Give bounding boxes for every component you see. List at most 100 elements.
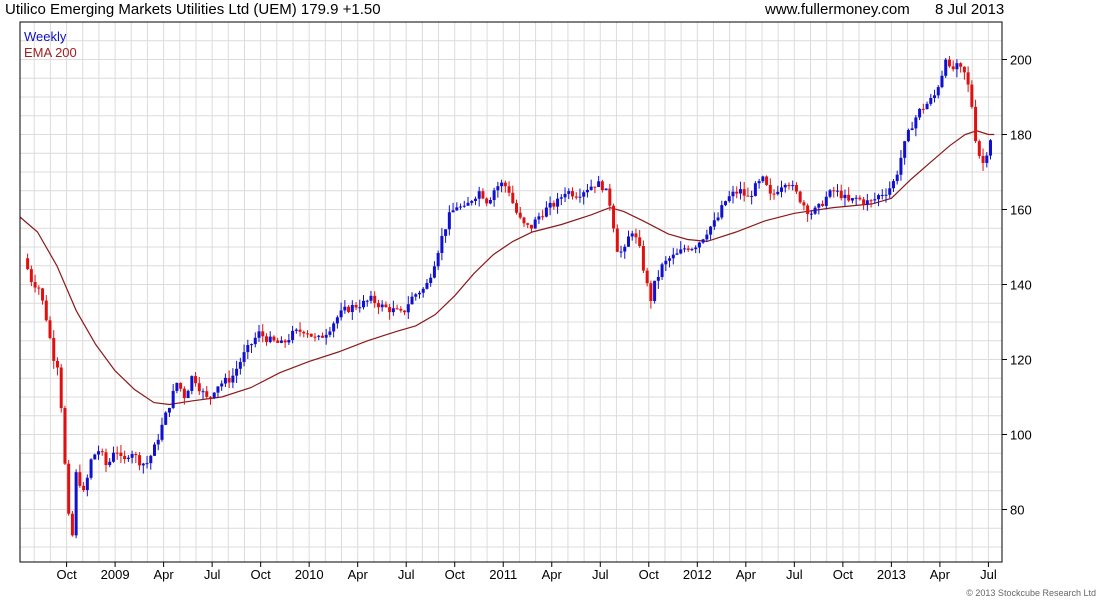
weekly-candle [780,180,784,198]
weekly-candle [977,139,981,159]
weekly-candle [492,187,496,207]
weekly-candle [89,458,93,480]
weekly-candle [444,229,448,243]
weekly-candle [246,339,250,359]
weekly-candle [97,445,101,460]
weekly-candle [970,80,974,109]
weekly-candle [466,196,470,206]
weekly-candle [481,188,485,200]
weekly-candle [854,194,858,206]
weekly-candle [918,108,922,121]
weekly-candle [302,330,306,338]
weekly-candle [138,452,142,471]
weekly-candle [313,332,317,342]
weekly-candle [343,300,347,314]
x-tick-label: Oct [639,567,660,582]
weekly-candle [44,295,48,322]
weekly-candle [612,203,616,233]
weekly-candle [335,315,339,329]
price-chart: 80 100 120 140 160 180 200 Oct 2009 Apr Jul Oct 2010… [19,21,1096,598]
weekly-candle [123,450,127,464]
weekly-candle [623,244,627,259]
weekly-candle [933,89,937,103]
weekly-candle [641,240,645,274]
weekly-candle [432,261,436,279]
x-tick-label: Apr [736,567,757,582]
weekly-candle [507,181,511,197]
weekly-candle [328,327,332,338]
weekly-candle [410,292,414,305]
weekly-candle [574,192,578,200]
weekly-candle [190,375,194,395]
weekly-candle [515,199,519,215]
x-tick-label: 2013 [877,567,906,582]
weekly-candle [220,380,224,391]
x-tick-label: Jul [204,567,221,582]
weekly-candle [376,299,380,315]
weekly-candle [440,228,444,261]
weekly-candle [847,187,851,203]
weekly-candle [216,386,220,398]
weekly-candle [235,360,239,383]
weekly-candle [716,212,720,222]
weekly-candle [910,121,914,131]
weekly-candle [309,333,313,338]
weekly-candle [686,245,690,252]
weekly-candle [149,454,153,470]
weekly-candle [250,343,254,354]
weekly-candle [675,248,679,256]
weekly-candle [317,334,321,341]
weekly-candle [768,178,772,201]
weekly-candle [485,197,489,207]
weekly-candle [511,185,515,204]
weekly-candle [369,290,373,304]
weekly-candle [914,115,918,137]
weekly-candle [380,300,384,312]
weekly-candle [806,203,810,222]
weekly-candle [813,205,817,215]
weekly-candle [175,382,179,394]
weekly-candle [929,93,933,106]
weekly-candle [906,128,910,143]
weekly-candle [26,253,30,271]
weekly-candle [656,270,660,289]
x-tick-label: Apr [930,567,951,582]
weekly-candle [403,310,407,316]
weekly-candle [843,189,847,207]
weekly-candle [604,188,608,191]
weekly-candle [582,190,586,205]
weekly-candle [559,194,563,206]
weekly-candle [615,224,619,253]
weekly-candle [571,187,575,200]
weekly-candle [459,203,463,210]
copyright-note: © 2013 Stockcube Research Ltd [966,588,1096,598]
weekly-candle [100,448,104,456]
weekly-candle [197,376,201,395]
y-tick-label: 180 [1010,128,1032,143]
weekly-candle [208,396,212,405]
weekly-candle [194,372,198,387]
weekly-candle [925,101,929,110]
weekly-candle [589,179,593,191]
weekly-candle [473,196,477,206]
weekly-candle [41,287,45,305]
weekly-candle [298,322,302,337]
weekly-candle [817,203,821,215]
weekly-candle [164,411,168,426]
weekly-candle [746,187,750,197]
weekly-candle [765,175,769,186]
weekly-candle [287,333,291,345]
weekly-candle [630,230,634,241]
weekly-candle [526,222,530,229]
weekly-candle [425,278,429,290]
weekly-candle [608,183,612,211]
weekly-candle [832,186,836,198]
weekly-candle [936,85,940,99]
weekly-candle [735,186,739,199]
weekly-candle [238,357,242,375]
weekly-candle [67,459,71,516]
candle-layer [26,56,993,539]
weekly-candle [362,295,366,310]
weekly-candle [787,182,791,190]
weekly-candle [156,433,160,451]
